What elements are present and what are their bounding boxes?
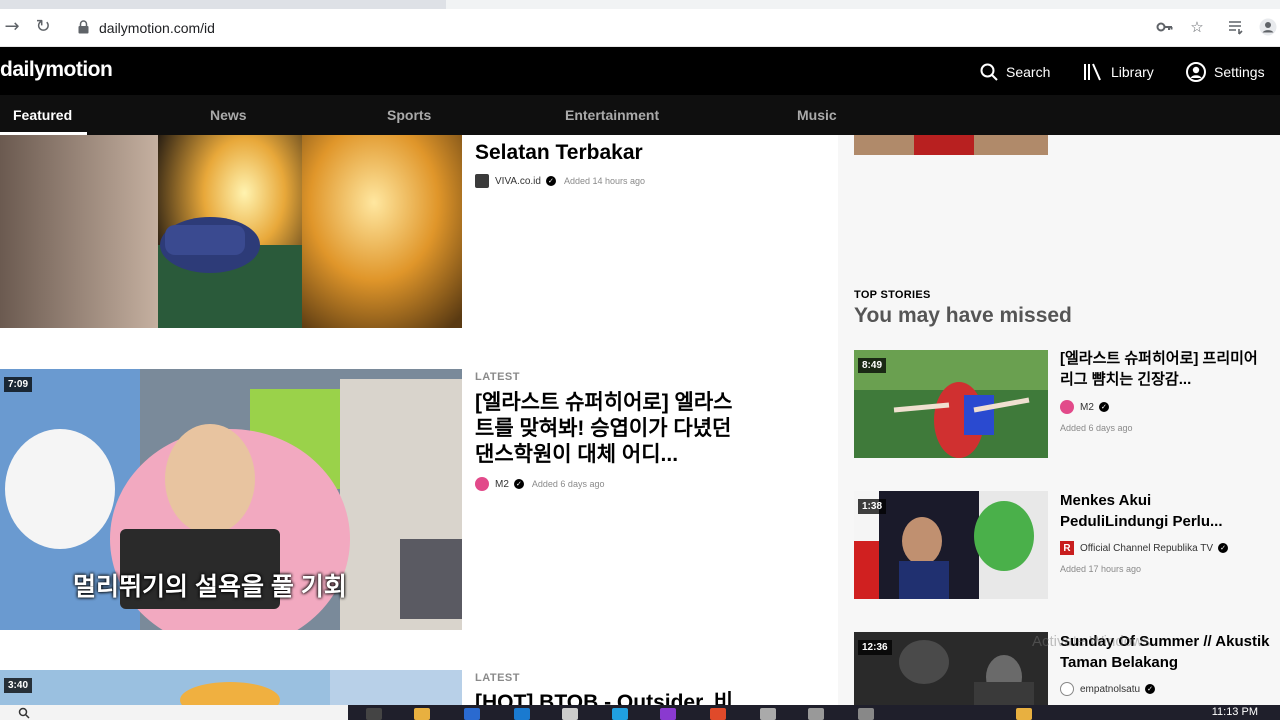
video-subtitle: 멀리뛰기의 설욕을 풀 기회 [73, 573, 347, 601]
address-bar[interactable]: dailymotion.com/id [68, 14, 1178, 42]
latest-tag: LATEST [475, 672, 520, 684]
tab-entertainment[interactable]: Entertainment [565, 107, 659, 123]
taskbar-search[interactable] [0, 705, 348, 720]
video-thumbnail[interactable] [0, 135, 462, 328]
channel-avatar[interactable]: R [1060, 541, 1074, 555]
library-label: Library [1111, 64, 1154, 80]
dailymotion-logo[interactable]: dailymotion [0, 58, 113, 82]
verified-icon: ✓ [1098, 402, 1109, 412]
tab-featured[interactable]: Featured [13, 107, 72, 123]
verified-icon: ✓ [545, 176, 556, 186]
search-icon [18, 707, 30, 719]
app-icon[interactable] [562, 708, 578, 720]
channel-avatar[interactable] [1060, 682, 1074, 696]
file-explorer-icon[interactable] [414, 708, 430, 720]
verified-icon: ✓ [513, 479, 524, 489]
chrome-icon[interactable] [710, 708, 726, 720]
activate-windows-watermark: Activate Windows [1032, 633, 1151, 650]
section-label: TOP STORIES [854, 289, 931, 301]
thumbnail-image[interactable] [854, 135, 1048, 155]
video-title[interactable]: [엘라스트 슈퍼히어로] 프리미어리그 뺨치는 긴장감... [1060, 348, 1260, 390]
verified-icon: ✓ [1218, 543, 1229, 553]
video-thumbnail[interactable]: 12:36 [854, 632, 1048, 705]
video-thumbnail[interactable]: 8:49 [854, 350, 1048, 458]
verified-icon: ✓ [1145, 684, 1156, 694]
app-icon[interactable] [808, 708, 824, 720]
duration-badge: 12:36 [858, 640, 892, 655]
library-icon [1084, 63, 1101, 81]
channel-name[interactable]: VIVA.co.id [495, 176, 541, 187]
video-meta: VIVA.co.id ✓ Added 14 hours ago [475, 174, 645, 188]
thumbnail-image [0, 670, 462, 705]
settings-button[interactable]: Settings [1186, 61, 1265, 83]
search-label: Search [1006, 64, 1051, 80]
tab-news[interactable]: News [210, 107, 247, 123]
star-icon[interactable]: ☆ [1188, 18, 1206, 36]
profile-icon[interactable] [1259, 18, 1277, 36]
app-icon[interactable] [660, 708, 676, 720]
lock-icon [78, 20, 89, 34]
duration-badge: 1:38 [858, 499, 887, 514]
added-time: Added 14 hours ago [563, 176, 646, 186]
video-title[interactable]: Menkes Akui PeduliLindungi Perlu... [1060, 490, 1260, 532]
reload-icon[interactable]: ↻ [33, 17, 53, 37]
tab-strip [0, 0, 1280, 9]
video-meta: empatnolsatu ✓ [1060, 682, 1156, 696]
forward-icon[interactable]: → [2, 17, 22, 37]
video-title[interactable]: [HOT] BTOB - Outsider, 비 [475, 690, 775, 705]
search-icon [980, 63, 998, 81]
thumbnail-image [0, 135, 462, 328]
added-time: Added 6 days ago [1060, 423, 1133, 433]
edge-icon[interactable] [514, 708, 530, 720]
tab-music[interactable]: Music [797, 107, 837, 123]
video-title[interactable]: Selatan Terbakar [475, 140, 815, 166]
url-text: dailymotion.com/id [99, 20, 215, 36]
channel-name[interactable]: empatnolsatu [1080, 684, 1140, 695]
site-header: dailymotion Search Library Settings [0, 47, 1280, 95]
browser-chrome: → ↻ dailymotion.com/id ☆ [0, 0, 1280, 47]
channel-avatar[interactable] [475, 477, 489, 491]
channel-name[interactable]: M2 [495, 479, 509, 490]
search-button[interactable]: Search [980, 61, 1050, 83]
added-time: Added 6 days ago [531, 479, 605, 489]
tray-icon[interactable] [1016, 708, 1032, 720]
section-title: You may have missed [854, 304, 1072, 327]
video-meta: R Official Channel Republika TV ✓ [1060, 541, 1229, 555]
task-view-icon[interactable] [366, 708, 382, 720]
duration-badge: 8:49 [858, 358, 887, 373]
sidebar: TOP STORIES You may have missed 8:49 [엘라… [838, 135, 1280, 720]
video-thumbnail[interactable]: 3:40 [0, 670, 462, 705]
key-icon[interactable] [1156, 18, 1174, 36]
clock[interactable]: 11:13 PM [1212, 706, 1258, 718]
duration-badge: 3:40 [4, 678, 33, 693]
reading-list-icon[interactable] [1227, 18, 1245, 36]
video-thumbnail[interactable]: 7:09 멀리뛰기의 설욕을 풀 기회 [0, 369, 462, 630]
category-nav: Featured News Sports Entertainment Music [0, 95, 1280, 135]
app-icon[interactable] [858, 708, 874, 720]
library-button[interactable]: Library [1083, 61, 1154, 83]
video-meta: M2 ✓ Added 6 days ago [475, 477, 604, 491]
channel-avatar[interactable] [475, 174, 489, 188]
app-icon[interactable] [760, 708, 776, 720]
video-thumbnail[interactable]: 1:38 [854, 491, 1048, 599]
store-icon[interactable] [464, 708, 480, 720]
app-icon[interactable] [612, 708, 628, 720]
active-tab[interactable] [446, 0, 1280, 9]
latest-tag: LATEST [475, 371, 520, 383]
duration-badge: 7:09 [4, 377, 33, 392]
settings-label: Settings [1214, 64, 1265, 80]
tab-sports[interactable]: Sports [387, 107, 431, 123]
channel-name[interactable]: Official Channel Republika TV [1080, 543, 1213, 554]
channel-name[interactable]: M2 [1080, 402, 1094, 413]
taskbar: 11:13 PM [0, 705, 1280, 720]
video-meta: M2 ✓ [1060, 400, 1109, 414]
video-title[interactable]: [엘라스트 슈퍼히어로] 엘라스트를 맞혀봐! 승엽이가 다녔던 댄스학원이 대… [475, 390, 750, 468]
account-icon [1186, 62, 1206, 82]
channel-avatar[interactable] [1060, 400, 1074, 414]
added-time: Added 17 hours ago [1060, 564, 1142, 574]
